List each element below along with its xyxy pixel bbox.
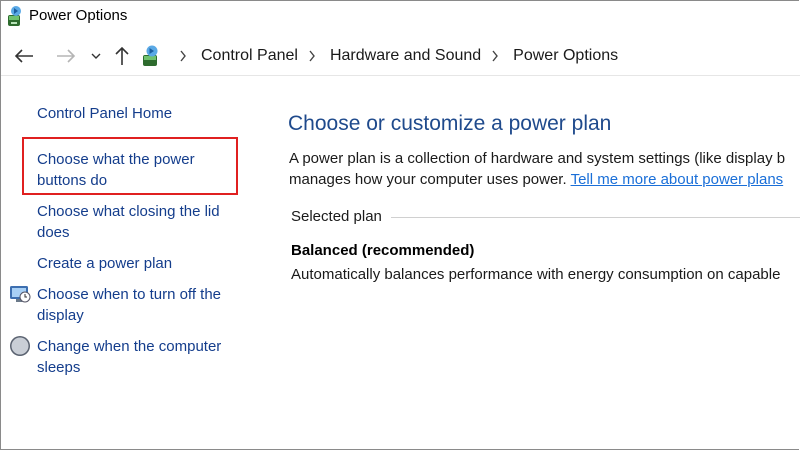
back-button[interactable] <box>11 45 37 67</box>
monitor-clock-icon <box>10 286 31 303</box>
breadcrumb-control-panel[interactable]: Control Panel <box>201 47 298 65</box>
sidebar-item-power-buttons[interactable]: Choose what the power buttons do <box>37 150 237 191</box>
sidebar-item-turn-off-display[interactable]: Choose when to turn off the display <box>37 285 237 326</box>
sidebar-item-create-power-plan[interactable]: Create a power plan <box>37 254 237 275</box>
sidebar-item-control-panel-home[interactable]: Control Panel Home <box>37 104 237 125</box>
sidebar-item-computer-sleeps[interactable]: Change when the computer sleeps <box>37 337 237 378</box>
up-button[interactable] <box>110 45 134 67</box>
control-panel-icon <box>143 45 158 66</box>
moon-icon <box>10 336 30 356</box>
description-line-1: A power plan is a collection of hardware… <box>289 150 786 167</box>
plan-description: Automatically balances performance with … <box>291 266 781 283</box>
arrow-up-icon <box>115 46 129 65</box>
navigation-bar: Control Panel Hardware and Sound Power O… <box>1 37 800 76</box>
chevron-down-icon <box>91 53 101 59</box>
title-bar: Power Options <box>1 1 800 31</box>
plan-name: Balanced (recommended) <box>291 242 475 259</box>
selected-plan-label: Selected plan <box>291 208 382 225</box>
breadcrumb-power-options[interactable]: Power Options <box>513 47 618 65</box>
window-title: Power Options <box>29 7 128 24</box>
arrow-left-icon <box>14 49 33 63</box>
section-divider <box>391 217 800 218</box>
recent-locations-button[interactable] <box>87 45 105 67</box>
main-content: Choose or customize a power plan A power… <box>288 76 800 448</box>
tell-me-more-link[interactable]: Tell me more about power plans <box>571 171 784 188</box>
page-title: Choose or customize a power plan <box>288 112 612 135</box>
chevron-right-icon <box>491 49 501 63</box>
power-options-icon <box>8 6 21 26</box>
breadcrumb-hardware-and-sound[interactable]: Hardware and Sound <box>330 47 481 65</box>
left-task-pane: Control Panel Home Choose what the power… <box>0 76 270 448</box>
chevron-right-icon <box>179 49 189 63</box>
description-line-2: manages how your computer uses power. <box>289 171 567 188</box>
arrow-right-icon <box>57 49 76 63</box>
forward-button[interactable] <box>53 45 79 67</box>
breadcrumb: Control Panel Hardware and Sound Power O… <box>139 40 618 72</box>
description: A power plan is a collection of hardware… <box>289 148 785 190</box>
sidebar-item-closing-lid[interactable]: Choose what closing the lid does <box>37 202 237 243</box>
chevron-right-icon <box>308 49 318 63</box>
